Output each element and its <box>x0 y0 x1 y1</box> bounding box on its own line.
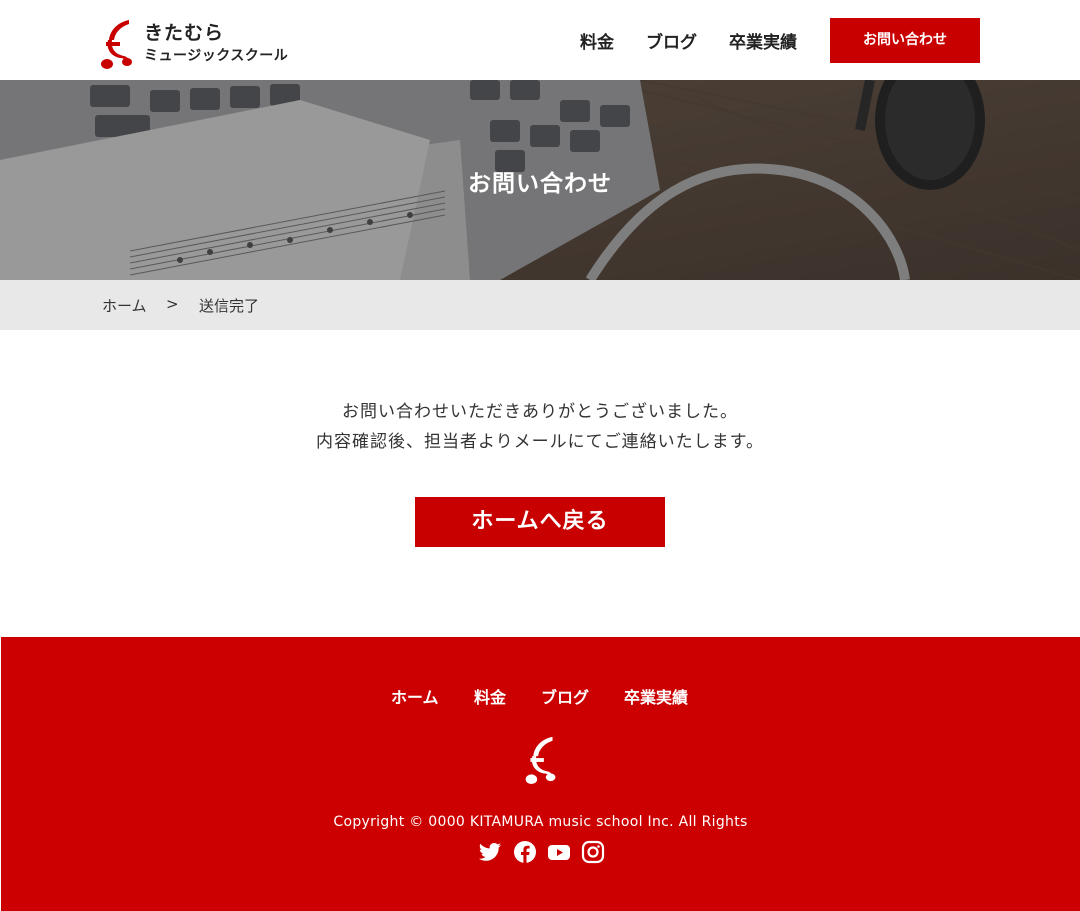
contact-button[interactable]: お問い合わせ <box>830 18 980 63</box>
footer-nav-blog[interactable]: ブログ <box>541 684 589 708</box>
footer-nav-pricing[interactable]: 料金 <box>474 684 506 708</box>
breadcrumb-home-link[interactable]: ホーム <box>102 295 147 316</box>
site-header: きたむら ミュージックスクール 料金 ブログ 卒業実績 お問い合わせ <box>0 0 1080 80</box>
logo-mark-icon <box>101 20 132 69</box>
hero-title: お問い合わせ <box>468 171 612 197</box>
instagram-icon[interactable] <box>581 840 605 864</box>
breadcrumb-current: 送信完了 <box>199 297 260 315</box>
follow-up-message: 内容確認後、担当者よりメールにてご連絡いたします。 <box>316 432 764 452</box>
breadcrumb-separator: > <box>166 295 179 313</box>
copyright-text: Copyright © 0000 KITAMURA music school I… <box>333 814 748 830</box>
site-footer: ホーム 料金 ブログ 卒業実績 Copyright © 0000 KITAMUR… <box>1 637 1080 911</box>
facebook-icon[interactable] <box>513 840 537 864</box>
hero-banner: お問い合わせ <box>0 80 1080 280</box>
back-to-home-button[interactable]: ホームへ戻る <box>415 497 665 547</box>
youtube-icon[interactable] <box>547 840 571 864</box>
nav-pricing[interactable]: 料金 <box>580 28 614 53</box>
footer-nav-home[interactable]: ホーム <box>391 684 439 708</box>
footer-logo-icon <box>525 736 556 785</box>
footer-nav-graduates[interactable]: 卒業実績 <box>624 684 688 708</box>
logo-text-primary: きたむら <box>144 22 225 44</box>
logo-text-secondary: ミュージックスクール <box>144 48 289 64</box>
site-logo[interactable]: きたむら ミュージックスクール <box>100 18 300 70</box>
nav-blog[interactable]: ブログ <box>646 28 697 53</box>
nav-graduates[interactable]: 卒業実績 <box>729 28 797 53</box>
thank-you-message: お問い合わせいただきありがとうございました。 <box>342 402 738 422</box>
breadcrumb: ホーム > 送信完了 <box>0 280 1080 330</box>
twitter-icon[interactable] <box>478 840 502 864</box>
